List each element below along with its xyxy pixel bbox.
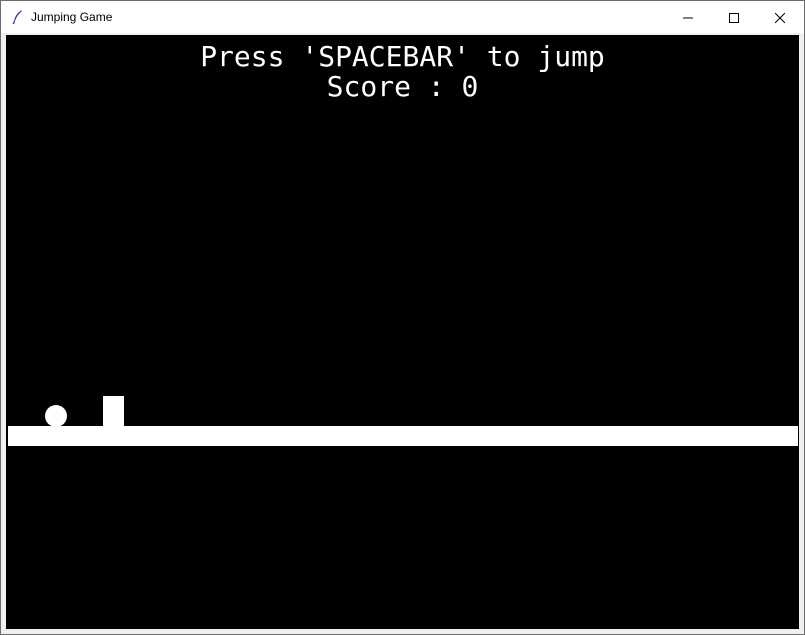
minimize-button[interactable]: [665, 1, 711, 33]
obstacle-block: [103, 396, 124, 427]
close-icon: [774, 8, 786, 27]
score-display: Score : 0: [326, 70, 479, 103]
game-canvas[interactable]: Press 'SPACEBAR' to jump Score : 0: [6, 35, 799, 629]
maximize-icon: [729, 8, 739, 27]
ground-platform: [8, 426, 798, 446]
app-window: Jumping Game Press 'SPACEBAR' to jump Sc…: [0, 0, 805, 635]
title-bar[interactable]: Jumping Game: [1, 1, 804, 33]
jump-instruction: Press 'SPACEBAR' to jump: [200, 40, 605, 73]
feather-icon: [10, 9, 26, 25]
maximize-button[interactable]: [711, 1, 757, 33]
player-ball: [45, 405, 67, 427]
close-button[interactable]: [757, 1, 803, 33]
window-title: Jumping Game: [31, 10, 113, 24]
minimize-icon: [683, 8, 693, 27]
